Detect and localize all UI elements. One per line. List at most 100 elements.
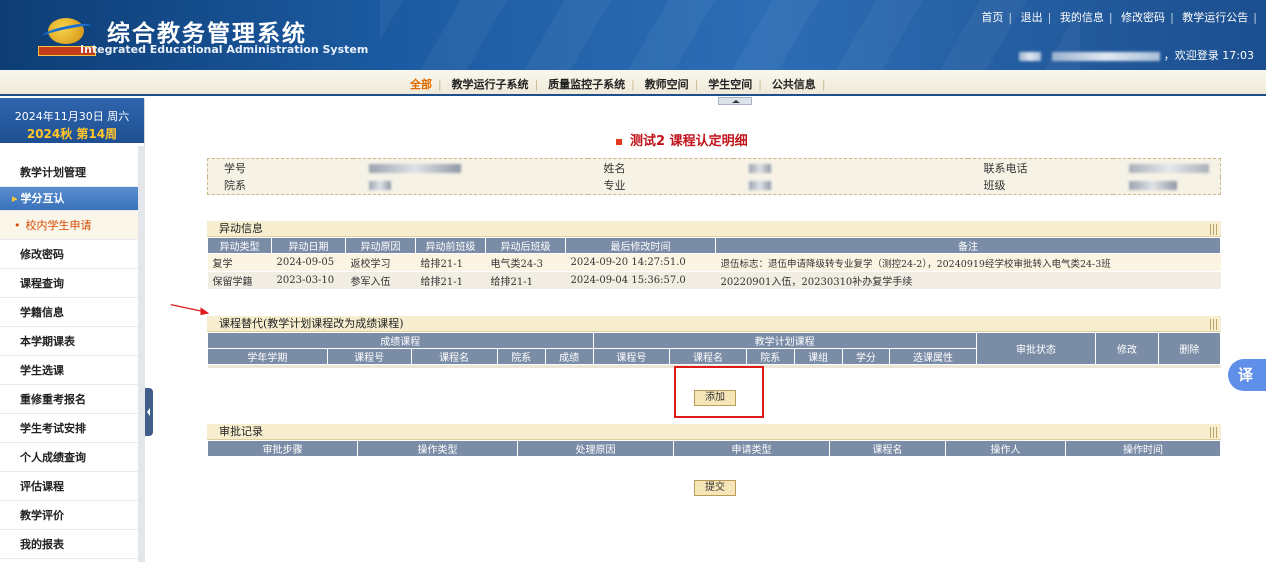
table-row: 保留学籍 2023-03-10 参军入伍 给排21-1 给排21-1 2024-… [207,271,1221,290]
col-last-modified: 最后修改时间 [565,237,716,254]
sidebar-item-exam-schedule[interactable]: 学生考试安排 [0,414,138,443]
sidebar-item-change-password[interactable]: 修改密码 [0,240,138,269]
sidebar-menu: 教学计划管理 学分互认 校内学生申请 修改密码 课程查询 学籍信息 本学期课表 … [0,158,138,559]
collapse-header-toggle[interactable] [718,97,752,105]
label-dept: 院系 [224,179,246,193]
sidebar-item-course-selection[interactable]: 学生选课 [0,356,138,385]
sidebar: 2024年11月30日 周六 2024秋 第14周 教学计划管理 学分互认 校内… [0,98,145,562]
value-class [1113,177,1221,195]
sidebar-item-timetable[interactable]: 本学期课表 [0,327,138,356]
nav-public-info[interactable]: 公共信息 [772,78,816,91]
home-link[interactable]: 首页 [981,11,1003,24]
col-plan-course-name: 课程名 [669,348,747,365]
sidebar-item-grade-query[interactable]: 个人成绩查询 [0,443,138,472]
change-password-link[interactable]: 修改密码 [1121,11,1165,24]
logout-link[interactable]: 退出 [1021,11,1043,24]
date-box: 2024年11月30日 周六 2024秋 第14周 [0,98,144,143]
title-bullet-icon [616,138,622,145]
sidebar-item-retake-registration[interactable]: 重修重考报名 [0,385,138,414]
current-term: 2024秋 第14周 [26,127,118,141]
section-bars-icon [1208,224,1218,235]
section-bars-icon [1208,319,1218,330]
col-operation-time: 操作时间 [1065,440,1221,457]
sidebar-scrollbar[interactable] [138,146,145,562]
col-change-type: 异动类型 [207,237,272,254]
section-bars-icon [1208,427,1218,438]
approval-record-section: 审批记录 审批步骤 操作类型 处理原因 申请类型 课程名 操作人 操作时间 [207,424,1221,457]
col-course-name: 课程名 [829,440,946,457]
section-header: 异动信息 [207,221,1221,237]
top-links: 首页 | 退出 | 我的信息 | 修改密码 | 教学运行公告 | [981,11,1257,24]
nav-quality[interactable]: 质量监控子系统 [548,78,625,91]
value-phone [1113,159,1221,177]
sidebar-item-internal-application[interactable]: 校内学生申请 [0,211,138,240]
col-plan-course-no: 课程号 [592,348,671,365]
col-plan-selection-type: 选课属性 [889,348,977,365]
value-major [733,177,968,195]
course-replacement-table: 成绩课程 教学计划课程 审批状态 修改 删除 学年学期 课程号 课程名 院系 成… [207,332,1222,369]
announcement-link[interactable]: 教学运行公告 [1182,11,1248,24]
section-header: 审批记录 [207,424,1221,440]
value-dept [353,177,588,195]
col-change-reason: 异动原因 [345,237,416,254]
col-class-after: 异动后班级 [485,237,566,254]
nav-all[interactable]: 全部 [410,78,432,91]
redacted-user [1018,51,1041,61]
label-major: 专业 [603,179,626,193]
col-score: 成绩 [544,348,594,365]
annotation-arrow-icon [170,303,210,316]
value-student-no [353,159,588,177]
redacted-id [1052,51,1161,61]
sidebar-item-student-status[interactable]: 学籍信息 [0,298,138,327]
nav-teaching-ops[interactable]: 教学运行子系统 [452,78,529,91]
value-name [733,159,968,177]
submit-button[interactable]: 提交 [694,480,736,496]
welcome-text: ，欢迎登录 17:03 [1018,47,1254,63]
sidebar-item-teaching-evaluation[interactable]: 教学评价 [0,501,138,530]
table-row: 复学 2024-09-05 返校学习 给排21-1 电气类24-3 2024-0… [207,253,1221,272]
group-score-course: 成绩课程 [207,332,594,349]
col-plan-credit: 学分 [841,348,891,365]
col-remark: 备注 [715,237,1221,254]
label-phone: 联系电话 [983,161,1028,175]
nav-student-space[interactable]: 学生空间 [708,78,752,91]
col-operator: 操作人 [945,440,1066,457]
sidebar-item-credit-recognition[interactable]: 学分互认 [0,187,138,211]
label-student-no: 学号 [224,161,246,175]
col-course-no: 课程号 [326,348,412,365]
col-approval-step: 审批步骤 [207,440,358,457]
col-class-before: 异动前班级 [415,237,486,254]
label-name: 姓名 [603,161,626,175]
student-info-table: 学号 姓名 联系电话 院系 专业 班级 [207,158,1221,195]
change-info-section: 异动信息 异动类型 异动日期 异动原因 异动前班级 异动后班级 最后修改时间 备… [207,221,1221,290]
col-plan-dept: 院系 [745,348,795,365]
label-class: 班级 [983,179,1006,193]
group-plan-course: 教学计划课程 [592,332,977,349]
sidebar-item-course-evaluation[interactable]: 评估课程 [0,472,138,501]
sidebar-item-teaching-plan[interactable]: 教学计划管理 [0,158,138,187]
sidebar-item-course-query[interactable]: 课程查询 [0,269,138,298]
col-term: 学年学期 [207,348,328,365]
nav-teacher-space[interactable]: 教师空间 [645,78,689,91]
current-date: 2024年11月30日 周六 [14,110,130,123]
col-dept: 院系 [496,348,546,365]
highlight-box [674,366,764,418]
change-info-table: 异动类型 异动日期 异动原因 异动前班级 异动后班级 最后修改时间 备注 复学 … [207,237,1221,290]
approval-record-table: 审批步骤 操作类型 处理原因 申请类型 课程名 操作人 操作时间 [207,440,1221,457]
translate-button[interactable]: 译 [1228,359,1266,391]
section-header: 课程替代(教学计划课程改为成绩课程) [207,316,1221,332]
col-operation-type: 操作类型 [357,440,518,457]
col-course-name: 课程名 [410,348,498,365]
col-approval-status: 审批状态 [975,332,1097,365]
sidebar-item-my-reports[interactable]: 我的报表 [0,530,138,559]
col-change-date: 异动日期 [271,237,346,254]
col-plan-group: 课组 [793,348,843,365]
app-header: 综合教务管理系统 Integrated Educational Administ… [0,0,1266,70]
course-replacement-section: 课程替代(教学计划课程改为成绩课程) 成绩课程 教学计划课程 审批状态 修改 删… [207,316,1222,369]
col-process-reason: 处理原因 [517,440,674,457]
my-info-link[interactable]: 我的信息 [1060,11,1104,24]
col-apply-type: 申请类型 [673,440,830,457]
main-nav: 全部 | 教学运行子系统 | 质量监控子系统 | 教师空间 | 学生空间 | 公共信息 | [0,70,1266,96]
system-subtitle: Integrated Educational Administration Sy… [80,43,369,56]
sidebar-collapse-handle[interactable] [145,388,153,436]
